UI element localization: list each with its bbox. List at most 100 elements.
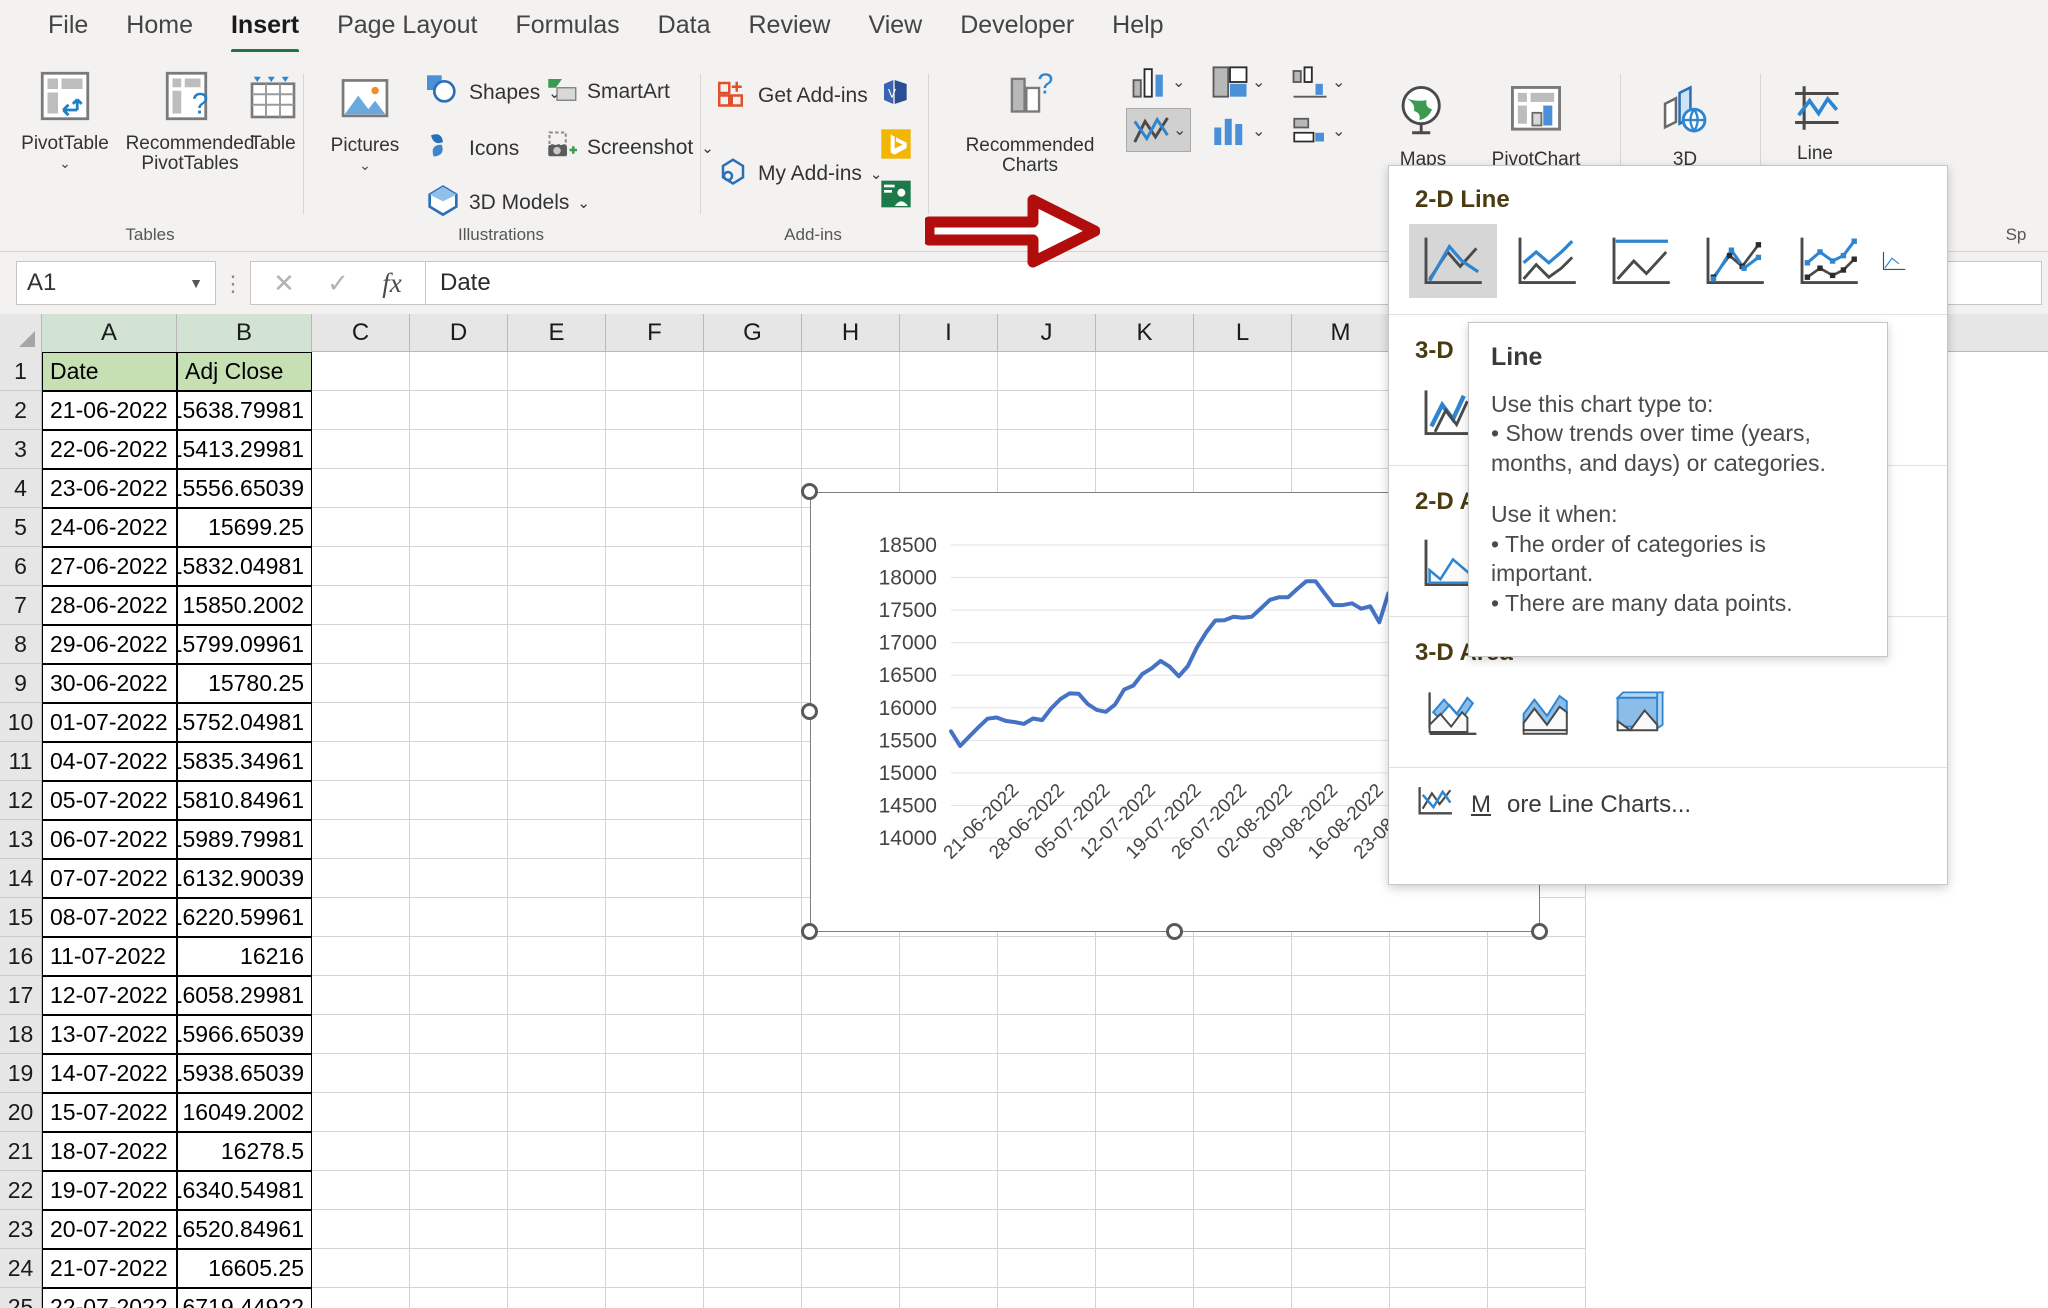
- row-header-11[interactable]: 11: [0, 742, 42, 781]
- row-header-14[interactable]: 14: [0, 859, 42, 898]
- cell-D16[interactable]: [410, 937, 508, 976]
- cell-E12[interactable]: [508, 781, 606, 820]
- cell-F7[interactable]: [606, 586, 704, 625]
- cell-G4[interactable]: [704, 469, 802, 508]
- column-header-E[interactable]: E: [508, 314, 606, 352]
- ribbon-tab-home[interactable]: Home: [108, 7, 211, 46]
- cell-E17[interactable]: [508, 976, 606, 1015]
- cell-F2[interactable]: [606, 391, 704, 430]
- cell-A20[interactable]: 15-07-2022: [42, 1093, 177, 1132]
- gallery-item-stacked-line-with-markers[interactable]: [1785, 224, 1873, 298]
- cell-E25[interactable]: [508, 1288, 606, 1308]
- cell-O21[interactable]: [1488, 1132, 1586, 1171]
- cell-H3[interactable]: [802, 430, 900, 469]
- cell-D25[interactable]: [410, 1288, 508, 1308]
- gallery-item-3d-100-percent-stacked-area[interactable]: [1597, 677, 1685, 751]
- cell-A11[interactable]: 04-07-2022: [42, 742, 177, 781]
- row-header-25[interactable]: 25: [0, 1288, 42, 1308]
- maps-button[interactable]: Maps: [1378, 82, 1468, 170]
- cell-F11[interactable]: [606, 742, 704, 781]
- cell-D6[interactable]: [410, 547, 508, 586]
- row-header-6[interactable]: 6: [0, 547, 42, 586]
- cell-O20[interactable]: [1488, 1093, 1586, 1132]
- ribbon-tab-data[interactable]: Data: [640, 7, 729, 46]
- cell-H17[interactable]: [802, 976, 900, 1015]
- ribbon-tab-formulas[interactable]: Formulas: [497, 7, 637, 46]
- cell-B4[interactable]: 15556.65039: [177, 469, 312, 508]
- cell-B14[interactable]: 16132.90039: [177, 859, 312, 898]
- cell-C21[interactable]: [312, 1132, 410, 1171]
- column-header-L[interactable]: L: [1194, 314, 1292, 352]
- cell-C5[interactable]: [312, 508, 410, 547]
- cell-A24[interactable]: 21-07-2022: [42, 1249, 177, 1288]
- cell-D15[interactable]: [410, 898, 508, 937]
- cell-D10[interactable]: [410, 703, 508, 742]
- row-header-2[interactable]: 2: [0, 391, 42, 430]
- cell-K3[interactable]: [1096, 430, 1194, 469]
- cell-D12[interactable]: [410, 781, 508, 820]
- cell-C3[interactable]: [312, 430, 410, 469]
- cell-F15[interactable]: [606, 898, 704, 937]
- cell-C2[interactable]: [312, 391, 410, 430]
- cell-E6[interactable]: [508, 547, 606, 586]
- shapes-button[interactable]: Shapes ⌄: [425, 74, 561, 112]
- row-header-23[interactable]: 23: [0, 1210, 42, 1249]
- cell-F17[interactable]: [606, 976, 704, 1015]
- cell-N20[interactable]: [1390, 1093, 1488, 1132]
- cell-O19[interactable]: [1488, 1054, 1586, 1093]
- cell-L21[interactable]: [1194, 1132, 1292, 1171]
- gallery-item-3d-stacked-area[interactable]: [1503, 677, 1591, 751]
- ribbon-tab-review[interactable]: Review: [730, 7, 848, 46]
- cell-D17[interactable]: [410, 976, 508, 1015]
- cell-C23[interactable]: [312, 1210, 410, 1249]
- cell-L19[interactable]: [1194, 1054, 1292, 1093]
- cell-B6[interactable]: 15832.04981: [177, 547, 312, 586]
- column-header-J[interactable]: J: [998, 314, 1096, 352]
- cell-G18[interactable]: [704, 1015, 802, 1054]
- row-header-7[interactable]: 7: [0, 586, 42, 625]
- cell-E24[interactable]: [508, 1249, 606, 1288]
- ribbon-tab-developer[interactable]: Developer: [942, 7, 1092, 46]
- cell-B1[interactable]: Adj Close: [177, 352, 312, 391]
- cell-J25[interactable]: [998, 1288, 1096, 1308]
- cell-F12[interactable]: [606, 781, 704, 820]
- cell-K23[interactable]: [1096, 1210, 1194, 1249]
- cell-F3[interactable]: [606, 430, 704, 469]
- pivotchart-button[interactable]: PivotChart: [1466, 82, 1606, 170]
- cell-G12[interactable]: [704, 781, 802, 820]
- cell-N22[interactable]: [1390, 1171, 1488, 1210]
- cell-E14[interactable]: [508, 859, 606, 898]
- cell-O22[interactable]: [1488, 1171, 1586, 1210]
- column-header-A[interactable]: A: [42, 314, 177, 352]
- cell-J1[interactable]: [998, 352, 1096, 391]
- chevron-down-icon[interactable]: ⌄: [10, 156, 120, 170]
- cell-A10[interactable]: 01-07-2022: [42, 703, 177, 742]
- cell-F10[interactable]: [606, 703, 704, 742]
- cell-D8[interactable]: [410, 625, 508, 664]
- cell-C25[interactable]: [312, 1288, 410, 1308]
- cell-N19[interactable]: [1390, 1054, 1488, 1093]
- cell-B19[interactable]: 15938.65039: [177, 1054, 312, 1093]
- cell-G9[interactable]: [704, 664, 802, 703]
- column-header-F[interactable]: F: [606, 314, 704, 352]
- cell-C7[interactable]: [312, 586, 410, 625]
- cell-F20[interactable]: [606, 1093, 704, 1132]
- cell-H16[interactable]: [802, 937, 900, 976]
- cell-C13[interactable]: [312, 820, 410, 859]
- cell-I16[interactable]: [900, 937, 998, 976]
- cell-D21[interactable]: [410, 1132, 508, 1171]
- bing-addin-icon[interactable]: [880, 128, 912, 165]
- cell-B13[interactable]: 15989.79981: [177, 820, 312, 859]
- row-header-13[interactable]: 13: [0, 820, 42, 859]
- cell-A13[interactable]: 06-07-2022: [42, 820, 177, 859]
- cell-H25[interactable]: [802, 1288, 900, 1308]
- cell-K20[interactable]: [1096, 1093, 1194, 1132]
- row-header-20[interactable]: 20: [0, 1093, 42, 1132]
- chevron-down-icon[interactable]: ⌄: [577, 194, 590, 212]
- row-header-24[interactable]: 24: [0, 1249, 42, 1288]
- cell-C17[interactable]: [312, 976, 410, 1015]
- row-header-16[interactable]: 16: [0, 937, 42, 976]
- cell-E21[interactable]: [508, 1132, 606, 1171]
- cell-B17[interactable]: 16058.29981: [177, 976, 312, 1015]
- cell-E16[interactable]: [508, 937, 606, 976]
